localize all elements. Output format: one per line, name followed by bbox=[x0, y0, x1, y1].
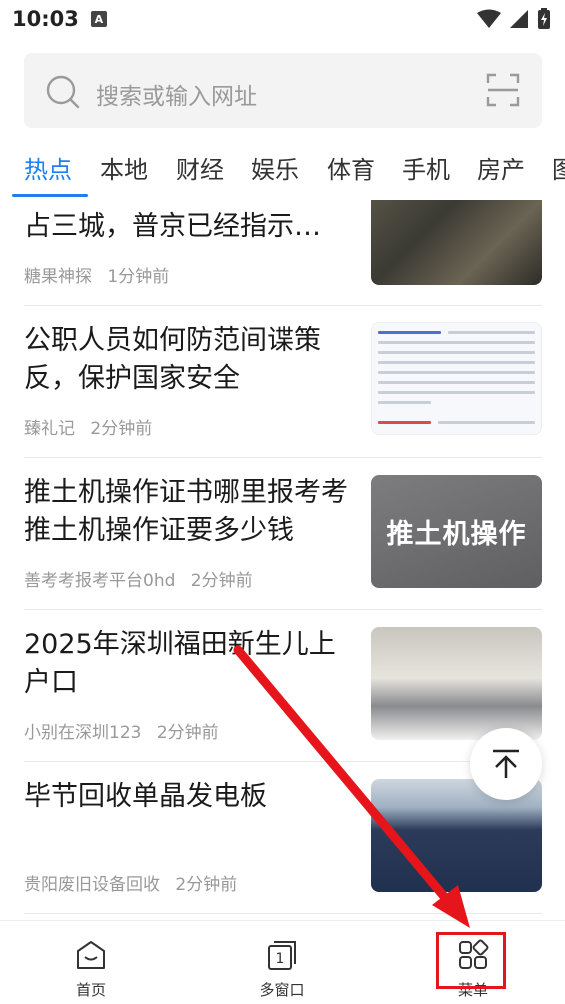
divider bbox=[24, 305, 542, 306]
back-to-top-button[interactable] bbox=[470, 728, 542, 800]
windows-icon: 1 bbox=[268, 941, 296, 970]
tab-sports[interactable]: 体育 bbox=[327, 150, 375, 185]
news-source: 糖果神探 bbox=[24, 267, 92, 287]
news-title: 推土机操作证书哪里报考考推土机操作证要多少钱 bbox=[24, 477, 348, 546]
news-title: 公职人员如何防范间谍策反，保护国家安全 bbox=[24, 325, 321, 394]
news-time: 2分钟前 bbox=[156, 723, 219, 743]
news-meta: 臻礼记 2分钟前 bbox=[24, 414, 152, 439]
news-time: 2分钟前 bbox=[90, 419, 153, 439]
news-meta: 贵阳废旧设备回收 2分钟前 bbox=[24, 870, 237, 895]
news-title: 2025年深圳福田新生儿上户口 bbox=[24, 629, 336, 698]
news-source: 善考考报考平台0hd bbox=[24, 571, 176, 591]
signal-icon bbox=[510, 10, 528, 28]
news-source: 贵阳废旧设备回收 bbox=[24, 875, 160, 895]
tab-phone[interactable]: 手机 bbox=[402, 150, 450, 185]
news-time: 1分钟前 bbox=[107, 267, 170, 287]
home-icon bbox=[77, 941, 105, 969]
status-icons bbox=[477, 8, 551, 30]
news-feed: 占三城，普京已经指示… 糖果神探 1分钟前 公职人员如何防范间谍策反，保护国家安… bbox=[0, 200, 565, 920]
scan-icon[interactable] bbox=[486, 73, 520, 107]
notification-icon: A bbox=[90, 11, 107, 27]
search-input[interactable]: 搜索或输入网址 bbox=[96, 77, 257, 111]
news-meta: 善考考报考平台0hd 2分钟前 bbox=[24, 566, 253, 591]
news-title: 占三城，普京已经指示… bbox=[24, 211, 321, 242]
search-icon bbox=[46, 75, 80, 109]
nav-windows-label: 多窗口 bbox=[259, 981, 305, 999]
arrow-up-icon bbox=[493, 749, 519, 778]
divider bbox=[24, 457, 542, 458]
tab-local[interactable]: 本地 bbox=[100, 150, 148, 185]
active-tab-indicator bbox=[12, 194, 88, 197]
windows-count: 1 bbox=[276, 951, 285, 967]
news-thumbnail bbox=[371, 200, 542, 285]
divider bbox=[24, 913, 542, 914]
wifi-icon bbox=[477, 9, 501, 28]
status-time: 10:03 bbox=[12, 7, 79, 31]
tab-finance[interactable]: 财经 bbox=[176, 150, 224, 185]
annotation-highlight-box bbox=[436, 932, 506, 989]
divider bbox=[24, 761, 542, 762]
news-title: 毕节回收单晶发电板 bbox=[24, 781, 267, 812]
nav-home-label: 首页 bbox=[75, 981, 106, 999]
thumbnail-text: 推土机操作 bbox=[386, 519, 527, 550]
tab-entertainment[interactable]: 娱乐 bbox=[251, 150, 299, 185]
tab-property[interactable]: 房产 bbox=[477, 150, 525, 185]
news-thumbnail: 推土机操作 bbox=[371, 475, 542, 588]
category-tabs: 热点 本地 财经 娱乐 体育 手机 房产 图 bbox=[0, 140, 565, 198]
news-thumbnail bbox=[371, 627, 542, 740]
news-source: 小别在深圳123 bbox=[24, 723, 142, 743]
tab-pictures[interactable]: 图 bbox=[552, 150, 565, 185]
nav-home[interactable]: 首页 bbox=[46, 939, 136, 1000]
news-time: 2分钟前 bbox=[190, 571, 253, 591]
news-meta: 小别在深圳123 2分钟前 bbox=[24, 718, 219, 743]
status-bar: 10:03 A bbox=[0, 0, 565, 38]
nav-windows[interactable]: 1 多窗口 bbox=[237, 939, 327, 1000]
search-bar[interactable]: 搜索或输入网址 bbox=[24, 53, 542, 128]
news-time: 2分钟前 bbox=[175, 875, 238, 895]
news-meta: 糖果神探 1分钟前 bbox=[24, 262, 169, 287]
battery-icon bbox=[538, 8, 550, 29]
divider bbox=[24, 609, 542, 610]
news-thumbnail bbox=[371, 322, 542, 435]
news-source: 臻礼记 bbox=[24, 419, 75, 439]
tab-hot[interactable]: 热点 bbox=[24, 150, 72, 185]
